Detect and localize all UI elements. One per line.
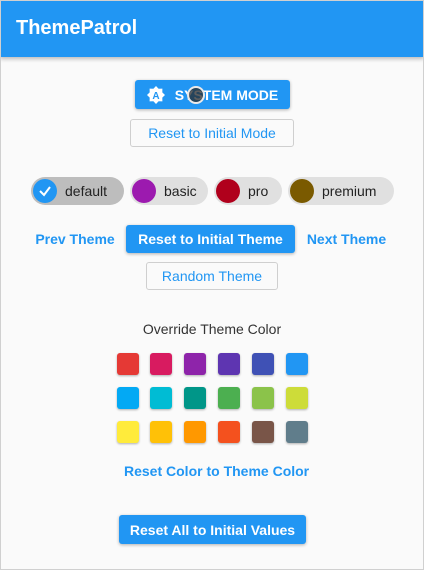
color-swatch-blue[interactable] xyxy=(286,353,308,375)
color-swatch-lime[interactable] xyxy=(286,387,308,409)
color-dot xyxy=(290,179,314,203)
app-bar: ThemePatrol xyxy=(0,0,424,57)
theme-chip-label: premium xyxy=(322,183,377,199)
color-swatch-pink[interactable] xyxy=(150,353,172,375)
reset-all-button[interactable]: Reset All to Initial Values xyxy=(119,515,306,544)
auto-mode-icon: A xyxy=(146,85,165,104)
color-dot xyxy=(132,179,156,203)
color-swatch-deep-purple[interactable] xyxy=(218,353,240,375)
color-dot xyxy=(216,179,240,203)
app-title: ThemePatrol xyxy=(16,17,138,39)
theme-chip-premium[interactable]: premium xyxy=(288,177,394,205)
color-swatch-blue-grey[interactable] xyxy=(286,421,308,443)
next-theme-button[interactable]: Next Theme xyxy=(304,225,389,253)
theme-chip-pro[interactable]: pro xyxy=(214,177,282,205)
color-swatch-orange[interactable] xyxy=(184,421,206,443)
color-swatch-brown[interactable] xyxy=(252,421,274,443)
reset-mode-button[interactable]: Reset to Initial Mode xyxy=(130,119,294,147)
svg-text:A: A xyxy=(152,91,159,102)
color-swatch-teal[interactable] xyxy=(184,387,206,409)
theme-chip-default[interactable]: default xyxy=(31,177,124,205)
prev-theme-button[interactable]: Prev Theme xyxy=(34,225,116,253)
color-swatch-indigo[interactable] xyxy=(252,353,274,375)
check-icon xyxy=(33,179,57,203)
color-swatch-light-green[interactable] xyxy=(252,387,274,409)
cursor-pointer xyxy=(187,86,205,104)
color-swatch-yellow[interactable] xyxy=(117,421,139,443)
color-swatch-green[interactable] xyxy=(218,387,240,409)
color-swatch-purple[interactable] xyxy=(184,353,206,375)
theme-chip-label: pro xyxy=(248,183,269,199)
color-swatch-cyan[interactable] xyxy=(150,387,172,409)
override-label: Override Theme Color xyxy=(142,321,282,337)
color-swatch-deep-orange[interactable] xyxy=(218,421,240,443)
system-mode-button[interactable]: A SYSTEM MODE xyxy=(135,80,290,109)
color-swatch-light-blue[interactable] xyxy=(117,387,139,409)
color-swatch-red[interactable] xyxy=(117,353,139,375)
theme-chip-label: basic xyxy=(164,183,197,199)
color-swatch-amber[interactable] xyxy=(150,421,172,443)
reset-color-button[interactable]: Reset Color to Theme Color xyxy=(124,463,309,479)
reset-theme-button[interactable]: Reset to Initial Theme xyxy=(126,225,295,253)
random-theme-button[interactable]: Random Theme xyxy=(146,262,278,290)
theme-chip-basic[interactable]: basic xyxy=(130,177,208,205)
theme-chip-label: default xyxy=(65,183,108,199)
